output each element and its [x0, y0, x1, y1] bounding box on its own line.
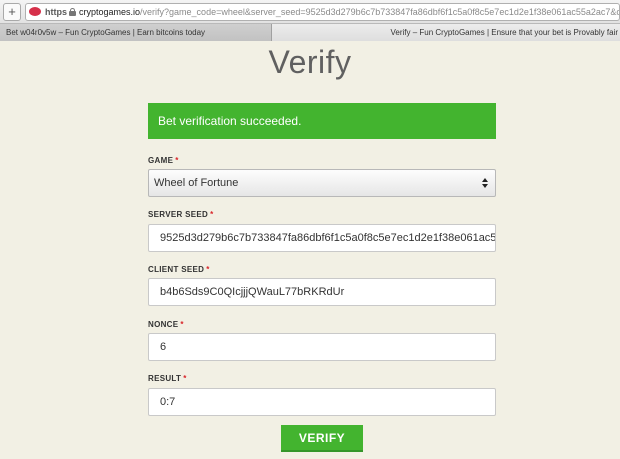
server-seed-label-text: SERVER SEED: [148, 210, 209, 219]
result-value: 0:7: [160, 396, 176, 408]
nonce-label-text: NONCE: [148, 320, 179, 329]
lock-icon: [69, 7, 76, 16]
required-mark: *: [175, 156, 179, 165]
url-path: /verify?game_code=wheel&server_seed=9525…: [140, 6, 620, 17]
result-input[interactable]: 0:7: [148, 388, 496, 416]
server-seed-label: SERVER SEED *: [148, 210, 213, 219]
new-tab-button[interactable]: +: [3, 2, 21, 21]
game-select[interactable]: Wheel of Fortune: [148, 169, 496, 197]
client-seed-label: CLIENT SEED *: [148, 265, 210, 274]
url-host: cryptogames.io: [79, 6, 141, 17]
tab-bet[interactable]: Bet w04r0v5w – Fun CryptoGames | Earn bi…: [0, 24, 272, 41]
game-select-value: Wheel of Fortune: [154, 177, 239, 189]
url-field[interactable]: https cryptogames.io /verify?game_code=w…: [25, 2, 620, 21]
client-seed-input[interactable]: b4b6Sds9C0QIcjjjQWauL77bRKRdUr: [148, 278, 496, 306]
address-bar-row: + https cryptogames.io /verify?game_code…: [0, 0, 620, 24]
site-favicon-icon: [29, 7, 41, 16]
tab-bar: Bet w04r0v5w – Fun CryptoGames | Earn bi…: [0, 24, 620, 41]
tab-title: Verify – Fun CryptoGames | Ensure that y…: [390, 28, 618, 37]
server-seed-value: 9525d3d279b6c7b733847fa86dbf6f1c5a0f8c5e…: [160, 232, 496, 244]
tab-title: Bet w04r0v5w – Fun CryptoGames | Earn bi…: [6, 28, 206, 37]
nonce-label: NONCE *: [148, 320, 184, 329]
required-mark: *: [206, 265, 210, 274]
result-label: RESULT *: [148, 374, 187, 383]
plus-icon: +: [8, 4, 16, 19]
result-label-text: RESULT: [148, 374, 182, 383]
client-seed-label-text: CLIENT SEED: [148, 265, 205, 274]
tab-verify[interactable]: Verify – Fun CryptoGames | Ensure that y…: [272, 24, 620, 41]
game-label-text: GAME: [148, 156, 174, 165]
url-protocol: https: [45, 6, 67, 17]
client-seed-value: b4b6Sds9C0QIcjjjQWauL77bRKRdUr: [160, 286, 345, 298]
page-title: Verify: [268, 44, 352, 80]
server-seed-input[interactable]: 9525d3d279b6c7b733847fa86dbf6f1c5a0f8c5e…: [148, 224, 496, 252]
verify-button[interactable]: VERIFY: [281, 425, 363, 452]
select-arrows-icon: [480, 178, 490, 188]
required-mark: *: [183, 374, 187, 383]
success-alert: Bet verification succeeded.: [148, 103, 496, 139]
nonce-input[interactable]: 6: [148, 333, 496, 361]
required-mark: *: [210, 210, 214, 219]
required-mark: *: [180, 320, 184, 329]
game-label: GAME *: [148, 156, 179, 165]
nonce-value: 6: [160, 341, 167, 353]
